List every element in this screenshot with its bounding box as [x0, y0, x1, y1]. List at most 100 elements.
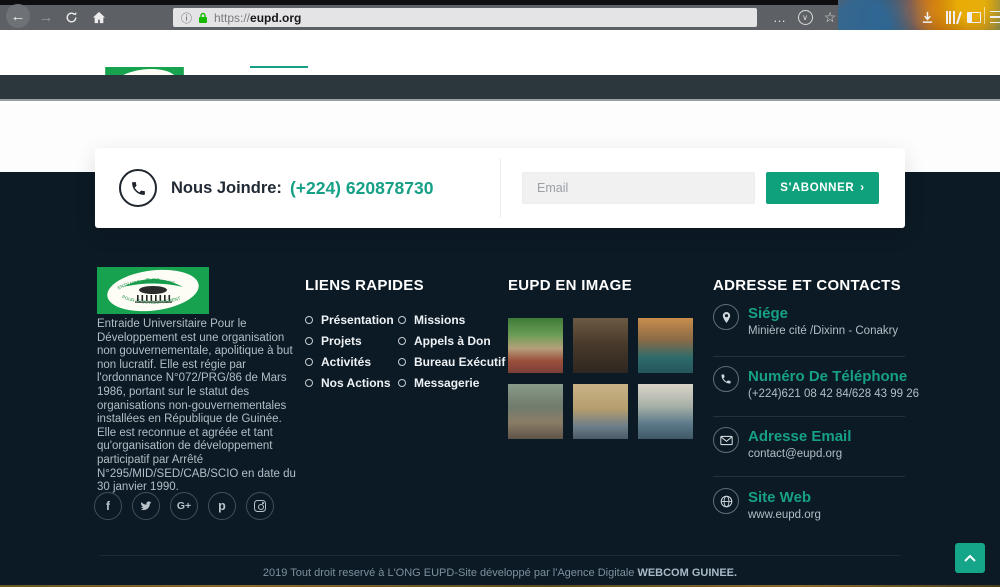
back-arrow-icon: ← — [11, 8, 26, 25]
email-value[interactable]: contact@eupd.org — [748, 448, 842, 460]
instagram-icon — [254, 500, 266, 512]
siege-label: Siége — [748, 305, 788, 322]
footer-gallery — [508, 318, 698, 439]
bookmark-button[interactable]: ☆ — [820, 6, 840, 28]
forward-button[interactable]: → — [36, 5, 56, 30]
location-circle — [713, 304, 739, 330]
telephone-label: Numéro De Téléphone — [748, 368, 907, 385]
copyright-text: 2019 Tout droit reservé à L'ONG EUPD-Sit… — [0, 567, 1000, 579]
social-links: f G+ p — [94, 492, 274, 520]
gallery-photo[interactable] — [508, 318, 563, 373]
phone-circle — [713, 366, 739, 392]
circle-bullet-icon — [398, 358, 406, 366]
header-phone-number[interactable]: (+224) 620878730 — [290, 178, 434, 199]
link-messagerie[interactable]: Messagerie — [398, 376, 505, 389]
globe-icon — [720, 495, 733, 508]
circle-bullet-icon — [305, 358, 313, 366]
circle-bullet-icon — [398, 316, 406, 324]
gallery-photo[interactable] — [573, 384, 628, 439]
telephone-value[interactable]: (+224)621 08 42 84/628 43 99 26 — [748, 388, 919, 400]
sidebar-button[interactable] — [964, 6, 984, 28]
location-pin-icon — [721, 311, 732, 324]
pinterest-button[interactable]: p — [208, 492, 236, 520]
site-info-icon[interactable]: ⓘ — [181, 10, 192, 26]
downloads-button[interactable] — [917, 6, 937, 28]
gallery-photo[interactable] — [638, 384, 693, 439]
link-activites[interactable]: Activités — [305, 355, 394, 368]
phone-icon — [720, 373, 732, 385]
subscribe-button[interactable]: S'ABONNER › — [766, 172, 879, 204]
link-missions[interactable]: Missions — [398, 313, 505, 326]
quick-links-heading: LIENS RAPIDES — [305, 277, 424, 294]
circle-bullet-icon — [305, 379, 313, 387]
toolbar-separator — [984, 7, 985, 24]
url-bar[interactable]: ⓘ https://eupd.org — [173, 8, 757, 27]
email-circle — [713, 427, 739, 453]
card-divider — [500, 158, 501, 218]
site-header: ACCUEIL ONG-EUPD NOS ACTIONS ACTIVITÉS P… — [0, 30, 1000, 75]
download-icon — [921, 11, 934, 24]
link-appels-a-don[interactable]: Appels à Don — [398, 334, 505, 347]
contacts-heading: ADRESSE ET CONTACTS — [713, 277, 901, 294]
https-lock-icon[interactable] — [198, 12, 208, 24]
url-domain: eupd.org — [250, 11, 301, 25]
contacts-divider — [713, 356, 905, 357]
contacts-divider — [713, 476, 905, 477]
siege-value: Minière cité /Dixinn - Conakry — [748, 325, 898, 337]
phone-icon — [130, 180, 147, 197]
phone-circle-icon — [119, 169, 157, 207]
circle-bullet-icon — [398, 379, 406, 387]
instagram-button[interactable] — [246, 492, 274, 520]
link-nos-actions[interactable]: Nos Actions — [305, 376, 394, 389]
circle-bullet-icon — [305, 316, 313, 324]
star-icon: ☆ — [824, 9, 837, 26]
menu-button[interactable] — [988, 6, 1000, 28]
hamburger-icon — [990, 11, 1000, 13]
circle-bullet-icon — [305, 337, 313, 345]
gallery-photo[interactable] — [638, 318, 693, 373]
footer-eupd-logo[interactable] — [97, 267, 209, 314]
about-text: Entraide Universitaire Pour le Développe… — [97, 318, 297, 495]
url-text: https://eupd.org — [214, 11, 301, 25]
page-actions-button[interactable]: … — [770, 6, 790, 28]
url-scheme: https:// — [214, 11, 250, 25]
link-presentation[interactable]: Présentation — [305, 313, 394, 326]
home-button[interactable] — [88, 5, 110, 30]
gallery-photo[interactable] — [508, 384, 563, 439]
reload-button[interactable] — [60, 5, 82, 30]
browser-tab-strip[interactable] — [0, 0, 840, 5]
facebook-icon: f — [106, 499, 110, 513]
browser-window: ← → ⓘ https://eupd.org … — [0, 0, 1000, 587]
link-projets[interactable]: Projets — [305, 334, 394, 347]
siteweb-label: Site Web — [748, 489, 811, 506]
pocket-button[interactable]: ∨ — [795, 6, 815, 28]
home-icon — [92, 11, 106, 24]
email-input[interactable] — [522, 172, 755, 204]
browser-toolbar: ← → ⓘ https://eupd.org … — [0, 0, 1000, 30]
hero-band — [0, 75, 1000, 101]
facebook-button[interactable]: f — [94, 492, 122, 520]
reload-icon — [65, 11, 78, 24]
library-button[interactable] — [941, 6, 963, 28]
envelope-icon — [720, 435, 733, 446]
siteweb-value[interactable]: www.eupd.org — [748, 509, 821, 521]
gallery-photo[interactable] — [573, 318, 628, 373]
sidebar-icon — [967, 12, 981, 23]
agency-name: WEBCOM GUINEE. — [637, 567, 737, 579]
forward-arrow-icon: → — [39, 9, 54, 26]
join-us-label: Nous Joindre: — [171, 179, 282, 198]
google-plus-icon: G+ — [177, 500, 191, 512]
back-button[interactable]: ← — [6, 4, 30, 28]
web-circle — [713, 488, 739, 514]
overflow-dots-icon: … — [773, 10, 787, 25]
email-label: Adresse Email — [748, 428, 851, 445]
link-bureau-executif[interactable]: Bureau Exécutif — [398, 355, 505, 368]
copyright-divider — [100, 555, 900, 556]
twitter-icon — [139, 500, 153, 512]
twitter-button[interactable] — [132, 492, 160, 520]
pocket-icon: ∨ — [798, 10, 813, 25]
google-plus-button[interactable]: G+ — [170, 492, 198, 520]
gallery-heading: EUPD EN IMAGE — [508, 277, 632, 294]
scroll-to-top-button[interactable] — [955, 543, 985, 573]
circle-bullet-icon — [398, 337, 406, 345]
